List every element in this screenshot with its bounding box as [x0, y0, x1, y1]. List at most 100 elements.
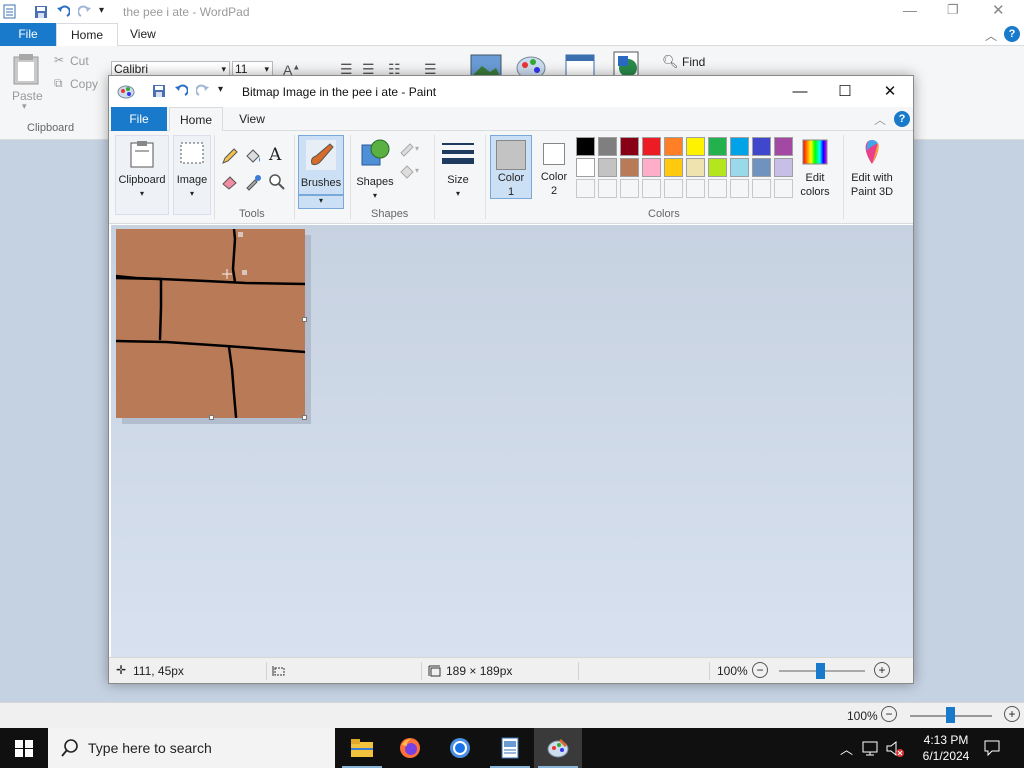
- palette-color-swatch[interactable]: [730, 137, 749, 156]
- palette-color-swatch[interactable]: [598, 137, 617, 156]
- taskbar-chrome[interactable]: [436, 728, 484, 768]
- taskbar-file-explorer[interactable]: [338, 728, 386, 768]
- find-button[interactable]: Find: [682, 55, 705, 69]
- palette-color-swatch[interactable]: [708, 158, 727, 177]
- size-button[interactable]: Size ▾: [438, 135, 478, 205]
- palette-custom-slot[interactable]: [730, 179, 749, 198]
- resize-handle-corner[interactable]: [302, 415, 307, 420]
- wordpad-tab-file[interactable]: File: [0, 23, 56, 46]
- wordpad-tab-home[interactable]: Home: [56, 23, 119, 46]
- taskbar-wordpad[interactable]: [486, 728, 534, 768]
- wordpad-tab-view[interactable]: View: [116, 23, 170, 46]
- paint-zoom-out-button[interactable]: −: [752, 662, 768, 678]
- pencil-icon[interactable]: [221, 147, 239, 165]
- palette-color-swatch[interactable]: [664, 137, 683, 156]
- cut-icon[interactable]: ✂: [54, 53, 64, 67]
- paint-tab-file[interactable]: File: [111, 107, 167, 131]
- eraser-icon[interactable]: [221, 173, 239, 191]
- palette-custom-slot[interactable]: [708, 179, 727, 198]
- paint-help-icon[interactable]: ?: [894, 111, 910, 127]
- palette-color-swatch[interactable]: [708, 137, 727, 156]
- palette-color-swatch[interactable]: [642, 137, 661, 156]
- palette-color-swatch[interactable]: [620, 158, 639, 177]
- canvas-drawing[interactable]: [114, 227, 307, 419]
- paint-zoom-slider-thumb[interactable]: [816, 663, 825, 679]
- palette-color-swatch[interactable]: [774, 158, 793, 177]
- palette-color-swatch[interactable]: [730, 158, 749, 177]
- palette-color-swatch[interactable]: [752, 137, 771, 156]
- palette-color-swatch[interactable]: [642, 158, 661, 177]
- text-icon[interactable]: A: [269, 145, 281, 165]
- quick-access-dropdown-icon[interactable]: ▾: [218, 84, 223, 95]
- wordpad-zoom-out-button[interactable]: −: [881, 706, 897, 722]
- copy-button[interactable]: Copy: [70, 77, 98, 91]
- color-picker-icon[interactable]: [244, 173, 262, 191]
- palette-color-swatch[interactable]: [664, 158, 683, 177]
- palette-color-swatch[interactable]: [686, 137, 705, 156]
- wordpad-zoom-slider-thumb[interactable]: [946, 707, 955, 723]
- quick-access-dropdown-icon[interactable]: ▾: [99, 5, 104, 16]
- network-icon[interactable]: [862, 740, 880, 756]
- wordpad-maximize-button[interactable]: ❐: [947, 2, 959, 18]
- windows-start-icon[interactable]: [15, 740, 33, 757]
- brushes-button[interactable]: Brushes: [298, 135, 344, 195]
- shapes-button[interactable]: Shapes ▾: [355, 135, 395, 205]
- resize-handle-right[interactable]: [302, 317, 307, 322]
- palette-color-swatch[interactable]: [774, 137, 793, 156]
- palette-color-swatch[interactable]: [576, 137, 595, 156]
- taskbar-search-box[interactable]: Type here to search: [48, 728, 335, 768]
- palette-custom-slot[interactable]: [664, 179, 683, 198]
- taskbar-clock[interactable]: 4:13 PM 6/1/2024: [916, 732, 976, 764]
- paste-icon[interactable]: [13, 53, 39, 85]
- color1-button[interactable]: Color 1: [490, 135, 532, 199]
- paint-close-button[interactable]: ✕: [867, 76, 913, 107]
- redo-icon[interactable]: [196, 84, 210, 98]
- paint-zoom-in-button[interactable]: +: [874, 662, 890, 678]
- palette-color-swatch[interactable]: [620, 137, 639, 156]
- notifications-icon[interactable]: [983, 739, 1001, 757]
- cut-button[interactable]: Cut: [70, 54, 89, 68]
- canvas-area[interactable]: [111, 225, 913, 657]
- undo-icon[interactable]: [56, 5, 70, 19]
- edit-with-paint3d-button[interactable]: Edit with Paint 3D: [846, 135, 898, 203]
- magnifier-icon[interactable]: [268, 173, 286, 191]
- edit-colors-button[interactable]: Edit colors: [797, 135, 833, 203]
- palette-custom-slot[interactable]: [598, 179, 617, 198]
- palette-custom-slot[interactable]: [752, 179, 771, 198]
- color2-button[interactable]: Color 2: [534, 135, 574, 199]
- palette-custom-slot[interactable]: [686, 179, 705, 198]
- fill-icon[interactable]: [244, 147, 262, 165]
- redo-icon[interactable]: [78, 5, 92, 19]
- wordpad-help-icon[interactable]: ?: [1004, 26, 1020, 42]
- paint-tab-home[interactable]: Home: [169, 107, 223, 131]
- brushes-dropdown-icon[interactable]: ▾: [298, 195, 344, 209]
- palette-custom-slot[interactable]: [774, 179, 793, 198]
- wordpad-collapse-ribbon-icon[interactable]: ︿: [985, 27, 997, 44]
- paint-maximize-button[interactable]: ☐: [822, 76, 868, 107]
- palette-custom-slot[interactable]: [642, 179, 661, 198]
- palette-custom-slot[interactable]: [620, 179, 639, 198]
- resize-handle-bottom[interactable]: [209, 415, 214, 420]
- show-hidden-icons-chevron-icon[interactable]: ︿: [840, 739, 853, 758]
- wordpad-minimize-button[interactable]: —: [903, 2, 917, 18]
- copy-icon[interactable]: ⧉: [54, 76, 63, 91]
- drawing-canvas[interactable]: [114, 227, 307, 419]
- paste-button[interactable]: Paste: [12, 89, 43, 103]
- taskbar-paint[interactable]: [534, 728, 582, 768]
- outline-icon[interactable]: ▾: [398, 141, 422, 157]
- undo-icon[interactable]: [174, 84, 188, 98]
- paste-dropdown-icon[interactable]: ▾: [22, 101, 27, 112]
- fill-shape-icon[interactable]: ▾: [398, 163, 422, 179]
- clipboard-button[interactable]: Clipboard ▾: [115, 135, 169, 215]
- find-icon[interactable]: 🔍︎: [662, 54, 679, 70]
- volume-muted-icon[interactable]: [885, 740, 905, 758]
- wordpad-zoom-in-button[interactable]: +: [1004, 706, 1020, 722]
- palette-color-swatch[interactable]: [686, 158, 705, 177]
- palette-color-swatch[interactable]: [576, 158, 595, 177]
- palette-color-swatch[interactable]: [752, 158, 771, 177]
- save-icon[interactable]: [34, 5, 48, 19]
- paint-minimize-button[interactable]: —: [777, 76, 823, 107]
- paint-tab-view[interactable]: View: [229, 107, 275, 131]
- palette-custom-slot[interactable]: [576, 179, 595, 198]
- wordpad-close-button[interactable]: ✕: [992, 1, 1005, 19]
